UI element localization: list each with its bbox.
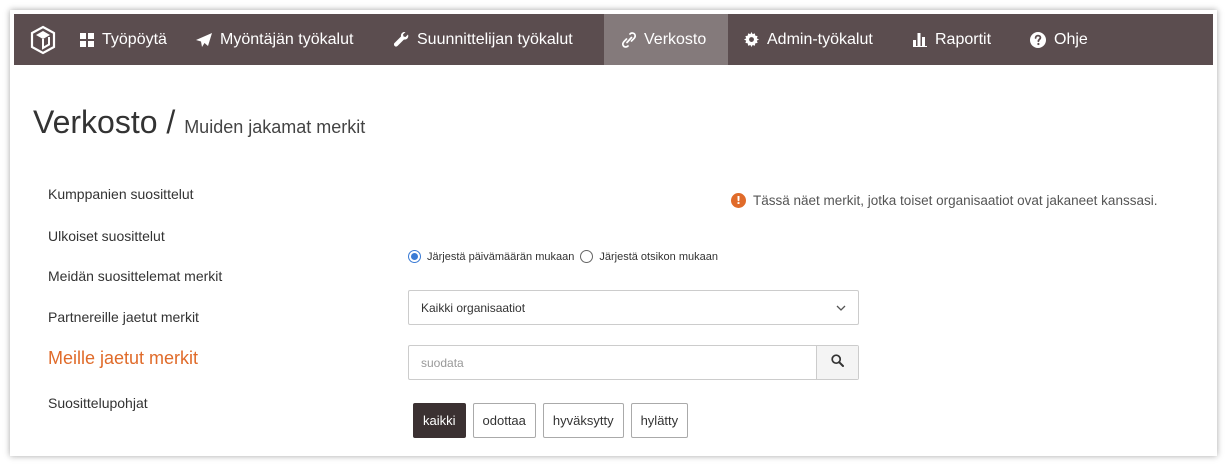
nav-item-raportit[interactable]: Raportit — [903, 14, 1020, 65]
sidebar-item-meidan-suosittelemat-merkit[interactable]: Meidän suosittelemat merkit — [48, 268, 222, 284]
organization-select[interactable]: Kaikki organisaatiot — [408, 290, 859, 325]
sort-by-date-radio[interactable] — [408, 250, 421, 263]
sort-by-title-option[interactable]: Järjestä otsikon mukaan — [580, 250, 718, 263]
filter-pending-button[interactable]: odottaa — [472, 403, 536, 438]
sidebar-item-partnereille-jaetut-merkit[interactable]: Partnereille jaetut merkit — [48, 309, 199, 325]
nav-item-label: Raportit — [935, 30, 992, 48]
filter-accepted-button[interactable]: hyväksytty — [542, 403, 624, 438]
info-text: Tässä näet merkit, jotka toiset organisa… — [753, 193, 1158, 208]
nav-item-myontajan-tyokalut[interactable]: Myöntäjän työkalut — [186, 14, 384, 65]
chevron-down-icon — [836, 305, 846, 311]
page-title: Verkosto / Muiden jakamat merkit — [33, 104, 365, 141]
nav-item-label: Työpöytä — [102, 30, 167, 48]
wrench-icon — [394, 32, 409, 47]
info-message: ! Tässä näet merkit, jotka toiset organi… — [731, 193, 1157, 208]
nav-item-label: Myöntäjän työkalut — [220, 30, 354, 48]
search-button[interactable] — [816, 346, 858, 379]
sort-by-title-radio[interactable] — [580, 250, 594, 263]
dashboard-grid-icon — [80, 32, 94, 47]
nav-item-verkosto[interactable]: Verkosto — [604, 14, 728, 65]
app-logo-icon[interactable] — [14, 14, 72, 65]
paper-plane-icon — [196, 32, 212, 47]
nav-item-tyopoyta[interactable]: Työpöytä — [72, 14, 186, 65]
nav-item-label: Ohje — [1054, 30, 1088, 48]
nav-item-label: Suunnittelijan työkalut — [417, 30, 573, 48]
sort-by-date-option[interactable]: Järjestä päivämäärän mukaan — [408, 250, 574, 263]
top-navbar: Työpöytä Myöntäjän työkalut Suunnittelij… — [14, 14, 1213, 65]
sidebar-item-ulkoiset-suosittelut[interactable]: Ulkoiset suosittelut — [48, 228, 165, 244]
nav-item-label: Verkosto — [644, 30, 707, 48]
sidebar-item-suosittelupohjat[interactable]: Suosittelupohjat — [48, 395, 148, 411]
filter-search-box — [408, 345, 859, 380]
nav-item-label: Admin-työkalut — [767, 30, 873, 48]
filter-all-button[interactable]: kaikki — [413, 403, 466, 438]
sidebar-item-kumppanien-suosittelut[interactable]: Kumppanien suosittelut — [48, 186, 194, 202]
nav-item-suunnittelijan-tyokalut[interactable]: Suunnittelijan työkalut — [384, 14, 604, 65]
sort-by-title-label: Järjestä otsikon mukaan — [599, 250, 718, 263]
breadcrumb-section: Verkosto / — [33, 104, 176, 140]
link-icon — [622, 31, 636, 48]
sort-by-date-label: Järjestä päivämäärän mukaan — [427, 250, 575, 263]
bar-chart-icon — [913, 32, 927, 47]
status-filter-group: kaikki odottaa hyväksytty hylätty — [413, 403, 689, 438]
breadcrumb-subpage: Muiden jakamat merkit — [184, 117, 366, 137]
nav-item-admin-tyokalut[interactable]: Admin-työkalut — [728, 14, 903, 65]
organization-select-value: Kaikki organisaatiot — [421, 300, 526, 315]
nav-item-ohje[interactable]: Ohje — [1020, 14, 1100, 65]
question-circle-icon — [1030, 31, 1046, 48]
filter-rejected-button[interactable]: hylätty — [630, 403, 689, 438]
info-icon: ! — [731, 193, 746, 208]
gear-icon — [744, 32, 759, 47]
search-icon — [831, 353, 844, 372]
sidebar-item-meille-jaetut-merkit[interactable]: Meille jaetut merkit — [48, 348, 198, 369]
filter-input[interactable] — [409, 346, 816, 379]
app-frame — [10, 10, 1217, 456]
sort-options: Järjestä päivämäärän mukaan Järjestä ots… — [408, 250, 724, 263]
